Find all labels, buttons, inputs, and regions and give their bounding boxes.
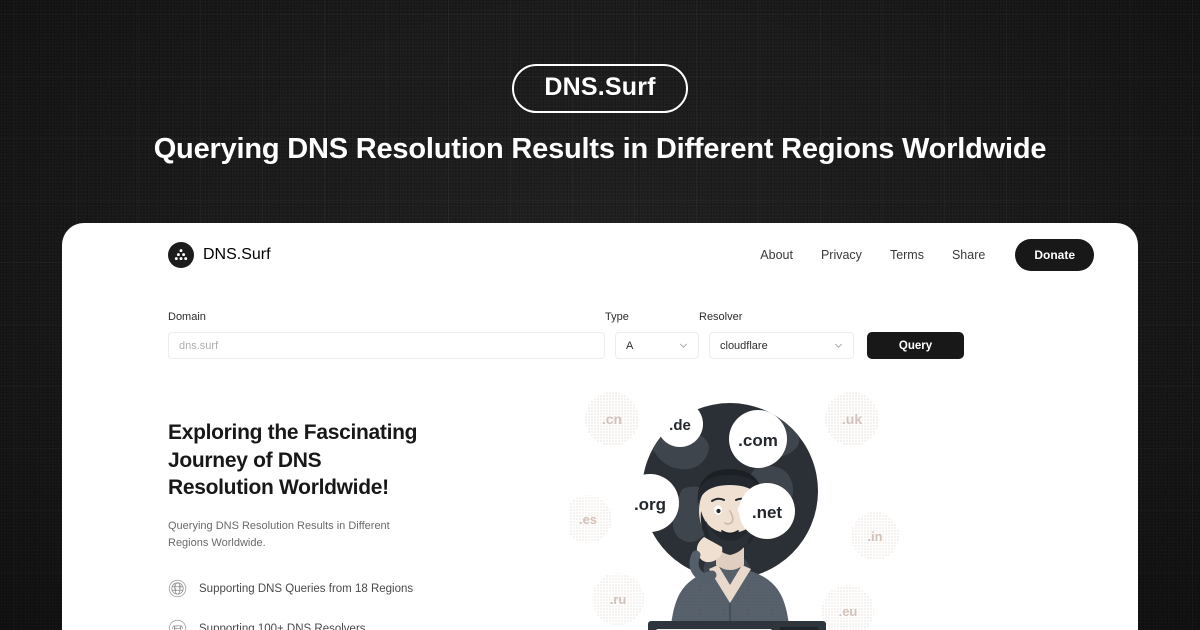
domain-input-value: dns.surf <box>179 339 219 352</box>
svg-text:.ru: .ru <box>610 592 627 607</box>
nav-link-about[interactable]: About <box>760 248 793 262</box>
hero-subheading: Querying DNS Resolution Results in Diffe… <box>168 520 390 549</box>
nav-link-share[interactable]: Share <box>952 248 985 262</box>
domain-input[interactable]: dns.surf <box>168 332 605 359</box>
domain-label: Domain <box>168 311 206 323</box>
app-screenshot-card: DNS.Surf About Privacy Terms Share Donat… <box>62 223 1138 630</box>
nav-links: About Privacy Terms Share Donate <box>760 239 1094 271</box>
hero-logo-badge: DNS.Surf <box>512 64 688 113</box>
chevron-down-icon <box>835 343 842 348</box>
hero-heading: Exploring the Fascinating Journey of DNS… <box>168 421 418 500</box>
donate-button[interactable]: Donate <box>1015 239 1094 271</box>
svg-text:.es: .es <box>579 512 597 527</box>
feature-label: Supporting 100+ DNS Resolvers <box>199 622 366 630</box>
app-navbar: DNS.Surf About Privacy Terms Share Donat… <box>62 223 1138 287</box>
resolver-select-value: cloudflare <box>720 339 768 352</box>
query-button[interactable]: Query <box>867 332 964 359</box>
nav-link-privacy[interactable]: Privacy <box>821 248 862 262</box>
nav-link-terms[interactable]: Terms <box>890 248 924 262</box>
hero-title: Querying DNS Resolution Results in Diffe… <box>153 133 1047 165</box>
resolver-label: Resolver <box>699 311 743 323</box>
dns-query-form: Domain dns.surf Type A Resolver cloudfla… <box>168 311 1094 359</box>
svg-text:.net: .net <box>752 503 783 522</box>
domain-bubble-org: .org <box>621 474 679 532</box>
domain-field-group: Domain dns.surf <box>168 311 605 359</box>
hero-illustration-column: .cn .uk .es .in .ru .eu .de .com .org .n… <box>562 392 1138 630</box>
feature-list: Supporting DNS Queries from 18 Regions S… <box>168 579 562 630</box>
feature-label: Supporting DNS Queries from 18 Regions <box>199 582 414 595</box>
svg-text:.eu: .eu <box>839 604 858 619</box>
svg-text:.in: .in <box>867 529 882 544</box>
domain-bubble-net: .net <box>739 483 795 539</box>
resolver-select[interactable]: cloudflare <box>709 332 854 359</box>
svg-text:.cn: .cn <box>602 411 622 427</box>
type-field-group: Type A <box>605 311 699 359</box>
feature-item-regions: Supporting DNS Queries from 18 Regions <box>168 579 562 598</box>
app-hero-section: Exploring the Fascinating Journey of DNS… <box>62 392 1138 630</box>
domain-bubble-de: .de <box>657 401 703 447</box>
brand-logo[interactable]: DNS.Surf <box>168 242 271 268</box>
type-label: Type <box>605 311 629 323</box>
feature-item-resolvers: Supporting 100+ DNS Resolvers <box>168 619 562 630</box>
type-select[interactable]: A <box>615 332 699 359</box>
dns-globe-illustration: .cn .uk .es .in .ru .eu .de .com .org .n… <box>570 392 899 630</box>
chevron-down-icon <box>680 343 687 348</box>
svg-text:.uk: .uk <box>842 411 862 427</box>
brand-name: DNS.Surf <box>203 246 271 263</box>
resolver-field-group: Resolver cloudflare <box>699 311 854 359</box>
hero-copy-column: Exploring the Fascinating Journey of DNS… <box>62 419 562 630</box>
globe-icon <box>168 579 187 598</box>
server-icon <box>168 619 187 630</box>
svg-text:.com: .com <box>738 431 778 450</box>
hero-header: DNS.Surf Querying DNS Resolution Results… <box>0 0 1200 166</box>
domain-bubble-com: .com <box>729 410 787 468</box>
laptop-graphic: www.domainnames. <box>648 621 826 630</box>
svg-text:.de: .de <box>669 417 691 434</box>
svg-text:.org: .org <box>634 495 666 514</box>
type-select-value: A <box>626 339 634 352</box>
dns-tree-icon <box>168 242 194 268</box>
